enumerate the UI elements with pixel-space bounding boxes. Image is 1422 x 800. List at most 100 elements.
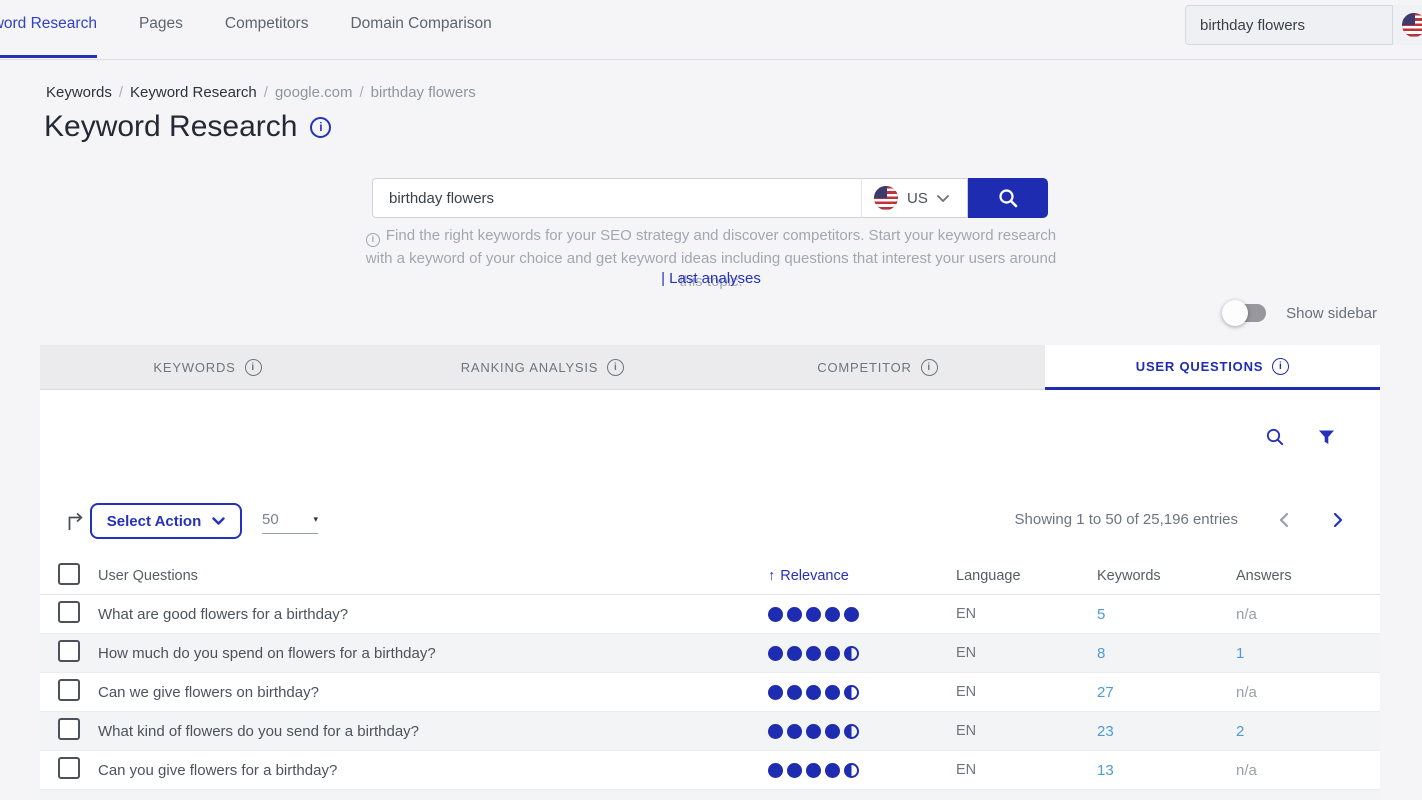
relevance-dot	[844, 724, 859, 739]
us-flag-icon	[874, 186, 898, 210]
relevance-dots	[768, 685, 956, 700]
nav-item-domain-comparison[interactable]: Domain Comparison	[350, 0, 491, 59]
breadcrumb-separator: /	[264, 84, 268, 101]
topnav-country-area[interactable]	[1392, 5, 1422, 45]
row-checkbox[interactable]	[58, 718, 80, 740]
table-search-icon[interactable]	[1265, 427, 1285, 447]
row-checkbox[interactable]	[58, 640, 80, 662]
tab-ranking-analysis[interactable]: RANKING ANALYSISi	[375, 345, 710, 390]
answers-cell[interactable]: 1	[1236, 645, 1380, 662]
page-size-select[interactable]: 50 ▾	[262, 506, 318, 534]
show-sidebar-toggle[interactable]	[1225, 304, 1266, 322]
row-checkbox[interactable]	[58, 757, 80, 779]
select-all-checkbox[interactable]	[58, 563, 80, 585]
select-action-button[interactable]: Select Action	[90, 503, 242, 539]
relevance-dot	[768, 763, 783, 778]
column-header-relevance[interactable]: ↑ Relevance	[768, 568, 956, 584]
table-row[interactable]: What kind of flowers do you send for a b…	[40, 712, 1380, 751]
language-cell: EN	[956, 645, 1097, 661]
answers-cell: n/a	[1236, 606, 1380, 623]
filter-icon[interactable]	[1318, 429, 1335, 446]
breadcrumb-item[interactable]: birthday flowers	[371, 84, 476, 101]
table-row[interactable]: How much do you spend on flowers for a b…	[40, 634, 1380, 673]
column-header-relevance-label: Relevance	[780, 568, 849, 584]
tab-label: KEYWORDS	[153, 360, 235, 375]
country-select[interactable]: US	[862, 178, 968, 218]
keywords-link[interactable]: 13	[1097, 762, 1236, 779]
sort-ascending-icon: ↑	[768, 568, 775, 584]
keywords-link[interactable]: 27	[1097, 684, 1236, 701]
nav-item-keyword-research[interactable]: Keyword Research	[0, 0, 97, 59]
table-row[interactable]: Can you give flowers for a birthday? EN …	[40, 751, 1380, 790]
info-icon: i	[245, 359, 262, 376]
search-button[interactable]	[968, 178, 1048, 218]
breadcrumb-separator: /	[360, 84, 364, 101]
relevance-dot	[787, 607, 802, 622]
question-text: Can we give flowers on birthday?	[98, 684, 768, 701]
relevance-dot	[787, 646, 802, 661]
relevance-dot	[768, 646, 783, 661]
keywords-link[interactable]: 23	[1097, 723, 1236, 740]
table-body: What are good flowers for a birthday? EN…	[40, 595, 1380, 790]
row-checkbox[interactable]	[58, 601, 80, 623]
table-toolbar: Select Action 50 ▾ Showing 1 to 50 of 25…	[40, 503, 1380, 541]
row-checkbox[interactable]	[58, 679, 80, 701]
relevance-dot	[825, 763, 840, 778]
language-cell: EN	[956, 762, 1097, 778]
page-title: Keyword Research	[44, 110, 297, 144]
relevance-dots	[768, 607, 956, 622]
keywords-link[interactable]: 8	[1097, 645, 1236, 662]
chevron-down-icon	[937, 195, 949, 202]
column-header-keywords[interactable]: Keywords	[1097, 568, 1236, 584]
info-icon[interactable]: i	[310, 117, 331, 138]
relevance-dot	[806, 685, 821, 700]
previous-page-button[interactable]	[1278, 512, 1289, 528]
breadcrumb-item[interactable]: Keywords	[46, 84, 112, 101]
tabs: KEYWORDSiRANKING ANALYSISiCOMPETITORiUSE…	[40, 345, 1380, 390]
keywords-link[interactable]: 5	[1097, 606, 1236, 623]
column-header-language[interactable]: Language	[956, 568, 1097, 584]
tab-keywords[interactable]: KEYWORDS i	[40, 345, 375, 390]
question-text: What are good flowers for a birthday?	[98, 606, 768, 623]
relevance-dot	[825, 646, 840, 661]
nav-item-pages[interactable]: Pages	[139, 0, 183, 59]
keyword-input[interactable]	[372, 178, 862, 218]
last-analyses-link[interactable]: | Last analyses	[0, 270, 1422, 287]
tab-label: USER QUESTIONS	[1136, 359, 1264, 374]
country-code: US	[907, 190, 928, 207]
tab-label: COMPETITOR	[817, 360, 911, 375]
answers-cell[interactable]: 2	[1236, 723, 1380, 740]
page-size-value: 50	[262, 511, 279, 528]
export-icon[interactable]	[65, 509, 87, 538]
relevance-dot	[768, 724, 783, 739]
language-cell: EN	[956, 723, 1097, 739]
language-cell: EN	[956, 606, 1097, 622]
results-panel: KEYWORDSiRANKING ANALYSISiCOMPETITORiUSE…	[40, 345, 1380, 800]
info-icon: i	[1272, 358, 1289, 375]
relevance-dot	[806, 763, 821, 778]
next-page-button[interactable]	[1333, 512, 1344, 528]
relevance-dot	[825, 685, 840, 700]
breadcrumb-item[interactable]: google.com	[275, 84, 353, 101]
page: Keyword Research Pages Competitors Domain C…	[0, 0, 1422, 800]
relevance-dot	[844, 763, 859, 778]
tab-competitor[interactable]: COMPETITORi	[710, 345, 1045, 390]
nav-item-competitors[interactable]: Competitors	[225, 0, 309, 59]
topnav-search-input[interactable]	[1185, 5, 1392, 45]
breadcrumb: Keywords/Keyword Research/google.com/bir…	[46, 84, 476, 101]
page-title-row: Keyword Research i	[44, 110, 331, 144]
relevance-dot	[844, 685, 859, 700]
relevance-dot	[806, 646, 821, 661]
toggle-knob	[1222, 300, 1248, 326]
chevron-down-icon	[212, 517, 225, 525]
breadcrumb-item[interactable]: Keyword Research	[130, 84, 257, 101]
tab-user-questions[interactable]: USER QUESTIONS i	[1045, 345, 1380, 390]
table-row[interactable]: What are good flowers for a birthday? EN…	[40, 595, 1380, 634]
table-row[interactable]: Can we give flowers on birthday? EN 27 n…	[40, 673, 1380, 712]
relevance-dots	[768, 763, 956, 778]
answers-cell: n/a	[1236, 762, 1380, 779]
answers-cell: n/a	[1236, 684, 1380, 701]
relevance-dot	[787, 763, 802, 778]
column-header-user-questions[interactable]: User Questions	[98, 568, 768, 584]
column-header-answers[interactable]: Answers	[1236, 568, 1380, 584]
